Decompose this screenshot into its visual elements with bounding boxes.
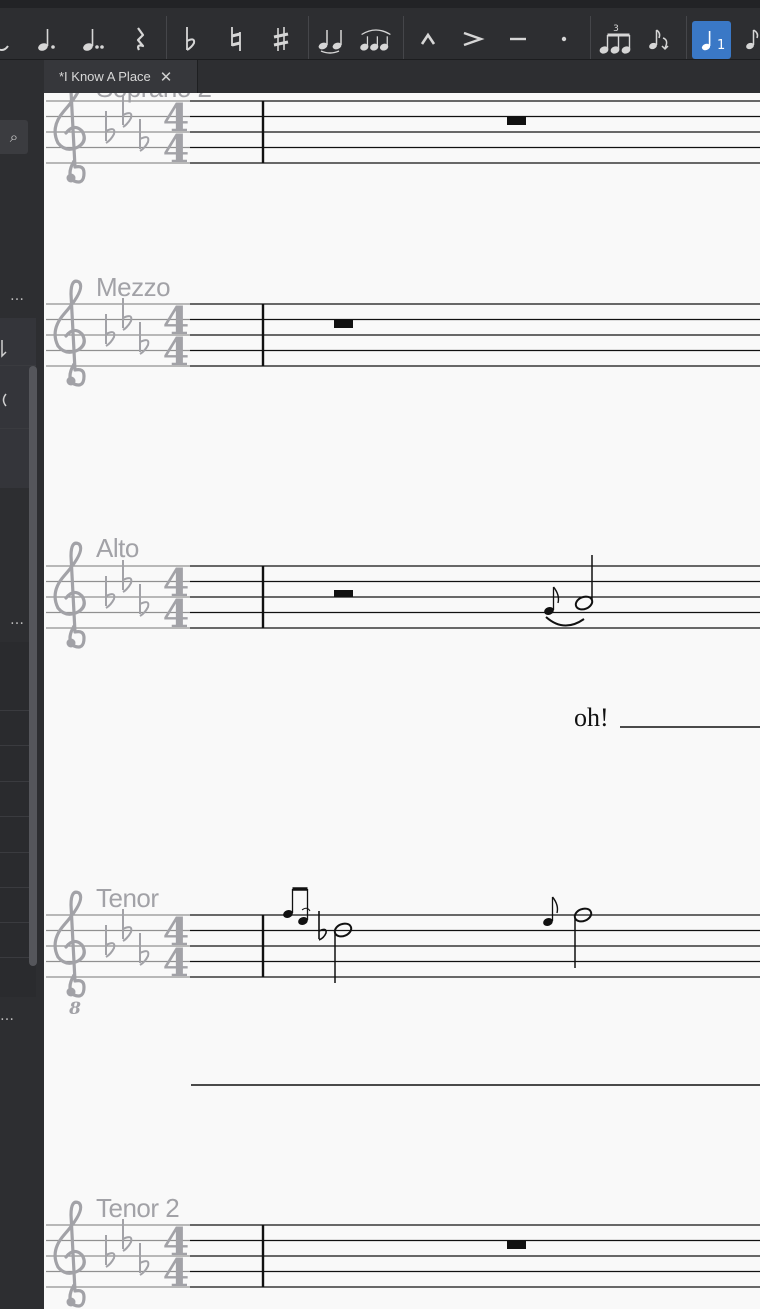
toolbar-separator xyxy=(403,16,404,59)
palette-item-glyph[interactable] xyxy=(0,338,10,366)
toolbar-separator xyxy=(686,16,687,59)
score-tab-title: *I Know A Place xyxy=(59,69,151,84)
slur-button[interactable] xyxy=(358,21,394,57)
tenuto-button[interactable] xyxy=(500,21,536,57)
grace-notes-beamed[interactable] xyxy=(282,887,311,926)
half-rest[interactable] xyxy=(334,590,353,597)
staff-name-tenor-2: Tenor 2 xyxy=(96,1193,180,1223)
whole-rest[interactable] xyxy=(507,117,526,125)
octave-marker: 8 xyxy=(68,999,81,1019)
tuplet-button[interactable]: 3 xyxy=(598,21,634,57)
palette-search-button[interactable]: ⌕ xyxy=(0,120,28,154)
half-note[interactable] xyxy=(574,555,594,612)
staff-name-soprano-2: Soprano 2 xyxy=(96,93,212,104)
flat-button[interactable] xyxy=(173,21,209,57)
staff-name-mezzo: Mezzo xyxy=(96,272,171,302)
toolbar-separator xyxy=(590,16,591,59)
double-dotted-note-button[interactable] xyxy=(76,21,112,57)
quarter-rest-button[interactable] xyxy=(122,21,158,57)
natural-button[interactable] xyxy=(218,21,254,57)
whole-rest[interactable] xyxy=(507,1241,526,1249)
palettes-panel: ⌕ … … … xyxy=(0,60,44,1309)
staff-tenor[interactable]: 8 xyxy=(44,887,760,1086)
palette-scrollbar[interactable] xyxy=(29,366,37,966)
palette-more-button[interactable]: … xyxy=(0,1008,15,1024)
dotted-quarter-note-button[interactable] xyxy=(30,21,66,57)
staccato-button[interactable] xyxy=(546,21,582,57)
score-tab[interactable]: *I Know A Place ✕ xyxy=(44,60,198,93)
accent-button[interactable] xyxy=(455,21,491,57)
palette-more-button[interactable]: … xyxy=(10,612,25,628)
half-rest[interactable] xyxy=(334,320,353,328)
toolbar-separator xyxy=(166,16,167,59)
search-icon: ⌕ xyxy=(9,128,19,146)
palette-more-button[interactable]: … xyxy=(10,288,25,304)
voice-1-button[interactable]: 1 xyxy=(692,21,731,59)
palette-item-glyph[interactable] xyxy=(0,390,10,414)
staff-name-tenor: Tenor xyxy=(96,883,159,913)
flip-direction-button[interactable] xyxy=(642,21,678,57)
score-tab-bar: *I Know A Place ✕ xyxy=(44,60,760,93)
sharp-button[interactable] xyxy=(263,21,299,57)
staff-name-alto: Alto xyxy=(96,533,139,563)
staff-soprano-2[interactable] xyxy=(44,93,760,185)
svg-text:3: 3 xyxy=(613,24,619,34)
marcato-button[interactable] xyxy=(410,21,446,57)
partial-note-button[interactable] xyxy=(0,21,22,57)
grace-note[interactable] xyxy=(542,896,559,927)
tie-button[interactable] xyxy=(314,21,350,57)
voice-2-button[interactable] xyxy=(740,21,760,57)
note-input-toolbar: 3 1 xyxy=(0,0,760,60)
lyric-alto[interactable]: oh! xyxy=(574,703,609,733)
staff-alto[interactable] xyxy=(44,541,760,728)
voice-number: 1 xyxy=(717,38,725,53)
slur[interactable] xyxy=(545,616,585,627)
close-icon[interactable]: ✕ xyxy=(160,68,173,86)
toolbar-separator xyxy=(308,16,309,59)
score-view[interactable]: 4 4 xyxy=(44,93,760,1309)
